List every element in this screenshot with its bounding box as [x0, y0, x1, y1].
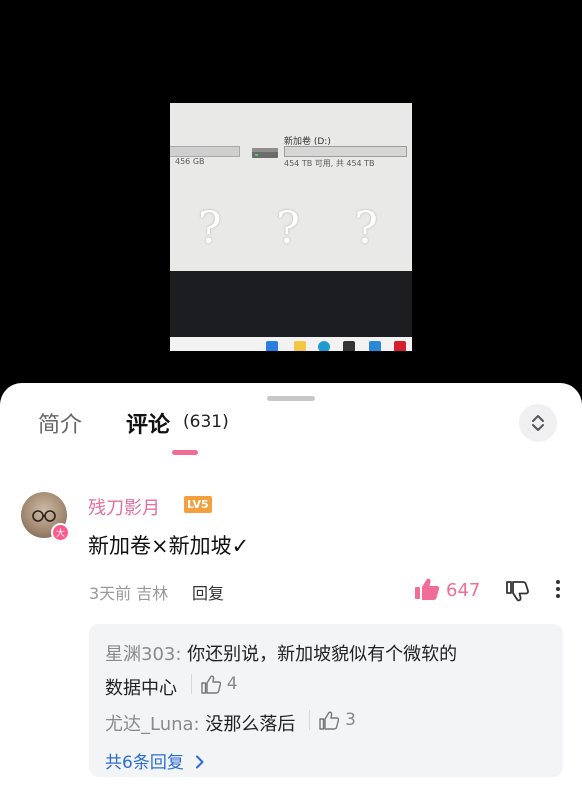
taskbar-app-icon	[266, 341, 278, 351]
reply-item: 星渊303: 你还别说，新加坡貌似有个微软的	[105, 640, 457, 666]
comment-text: 新加卷×新加坡✓	[88, 534, 250, 558]
thumbs-up-icon[interactable]	[414, 577, 440, 601]
comment-meta: 3天前 吉林	[89, 584, 169, 603]
active-tab-indicator	[172, 450, 198, 455]
reply-item-continued: 数据中心 4	[105, 674, 238, 700]
more-options-icon[interactable]	[556, 579, 560, 599]
drive-icon	[252, 148, 278, 158]
reply-like[interactable]: 4	[190, 674, 238, 694]
question-marks: ? ? ?	[198, 207, 378, 251]
divider	[190, 674, 192, 694]
view-all-replies-label: 共6条回复	[105, 753, 184, 773]
drive-size-left: 456 GB	[175, 157, 205, 166]
reply-username[interactable]: 星渊303:	[105, 644, 181, 665]
reply-like-count: 3	[345, 710, 356, 730]
question-mark: ?	[276, 203, 300, 254]
drive-free-space: 454 TB 可用, 共 454 TB	[284, 159, 375, 168]
video-player[interactable]: 456 GB 新加卷 (D:) 454 TB 可用, 共 454 TB ? ? …	[0, 0, 582, 390]
avatar-badge: 大	[51, 523, 70, 542]
comment-username[interactable]: 残刀影月	[88, 494, 160, 520]
view-all-replies-link[interactable]: 共6条回复	[105, 748, 205, 773]
chevron-up-down-icon	[532, 415, 544, 431]
reply-username[interactable]: 尤达_Luna:	[105, 714, 200, 735]
like-count: 647	[446, 580, 481, 601]
reply-like-count: 4	[226, 674, 238, 694]
chevron-right-icon	[196, 755, 204, 769]
thumbs-up-outline-icon	[201, 675, 221, 694]
expand-sheet-button[interactable]	[519, 404, 557, 442]
drive-usage-bar	[284, 146, 407, 157]
taskbar	[170, 337, 412, 351]
reply-text: 你还别说，新加坡貌似有个微软的	[181, 644, 458, 665]
drive-bar-left	[170, 146, 240, 157]
folder-icon	[294, 341, 306, 351]
dark-screen-area	[170, 271, 412, 337]
taskbar-app-icon	[369, 341, 381, 351]
edge-icon	[318, 341, 330, 351]
tab-intro[interactable]: 简介	[38, 407, 82, 439]
replies-box[interactable]: 星渊303: 你还别说，新加坡貌似有个微软的 数据中心 4 尤达_Luna: 没…	[89, 624, 563, 777]
thumbs-down-icon[interactable]	[505, 578, 529, 602]
user-level-badge: LV5	[184, 496, 212, 513]
reply-text: 没那么落后	[199, 714, 296, 735]
comments-sheet: 简介 评论 (631) 大 残刀影月 LV5 新加卷×新加坡✓ 3天前 吉林 回…	[0, 383, 582, 800]
tab-comments[interactable]: 评论	[126, 407, 170, 439]
store-icon	[343, 341, 355, 351]
reply-like[interactable]: 3	[309, 710, 356, 730]
comments-count: (631)	[183, 412, 229, 432]
divider	[309, 710, 311, 730]
app-root: 456 GB 新加卷 (D:) 454 TB 可用, 共 454 TB ? ? …	[0, 0, 582, 800]
reply-button[interactable]: 回复	[192, 580, 224, 604]
reply-text-continued: 数据中心	[105, 678, 177, 699]
question-mark: ?	[198, 203, 222, 254]
question-mark: ?	[354, 203, 378, 254]
sheet-drag-handle[interactable]	[267, 396, 315, 401]
video-frame: 456 GB 新加卷 (D:) 454 TB 可用, 共 454 TB ? ? …	[170, 103, 412, 351]
mcafee-icon	[394, 341, 406, 351]
reply-item: 尤达_Luna: 没那么落后 3	[105, 710, 356, 736]
thumbs-up-outline-icon	[319, 711, 340, 730]
